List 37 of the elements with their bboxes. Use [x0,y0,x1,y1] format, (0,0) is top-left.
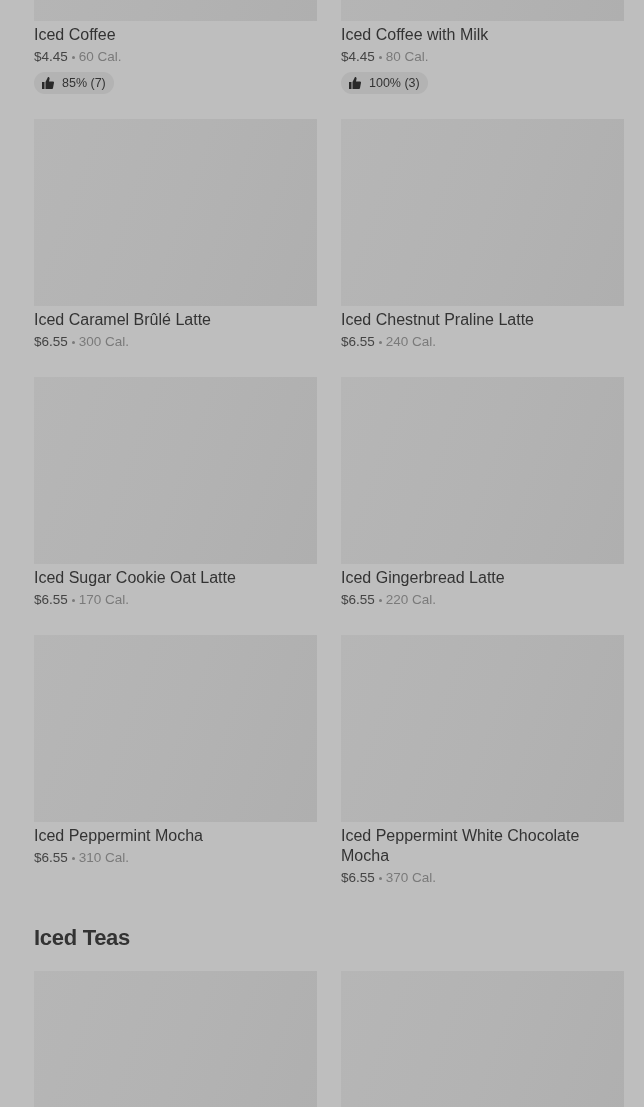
item-name[interactable]: Iced Peppermint Mocha [34,826,317,846]
thumbs-up-icon [42,77,54,89]
item-calories: 170 Cal. [78,591,130,609]
item-calories: 240 Cal. [385,333,437,351]
rating-badge: 100% (3) [341,72,428,94]
item-name[interactable]: Iced Caramel Brûlé Latte [34,310,317,330]
item-price: $4.45 [34,48,68,66]
separator-dot [378,55,382,59]
item-name[interactable]: Iced Peppermint White Chocolate Mocha [341,826,624,866]
item-calories: 370 Cal. [385,869,437,887]
item-name[interactable]: Iced Sugar Cookie Oat Latte [34,568,317,588]
item-price: $6.55 [34,333,68,351]
item-name[interactable]: Iced Coffee [34,25,317,45]
item-price: $6.55 [341,591,375,609]
separator-dot [378,876,382,880]
item-name[interactable]: Iced Coffee with Milk [341,25,624,45]
separator-dot [71,856,75,860]
separator-dot [71,340,75,344]
thumbs-up-icon [349,77,361,89]
item-calories: 60 Cal. [78,48,122,66]
rating-badge: 85% (7) [34,72,114,94]
item-calories: 310 Cal. [78,849,130,867]
item-name[interactable]: Iced Gingerbread Latte [341,568,624,588]
item-price: $6.55 [34,849,68,867]
item-name[interactable]: Iced Chestnut Praline Latte [341,310,624,330]
item-calories: 300 Cal. [78,333,130,351]
item-price: $6.55 [34,591,68,609]
item-price: $6.55 [341,869,375,887]
item-price: $6.55 [341,333,375,351]
separator-dot [71,598,75,602]
item-price: $4.45 [341,48,375,66]
section-heading: Iced Teas [34,924,131,952]
item-calories: 220 Cal. [385,591,437,609]
separator-dot [378,340,382,344]
separator-dot [378,598,382,602]
separator-dot [71,55,75,59]
item-calories: 80 Cal. [385,48,429,66]
